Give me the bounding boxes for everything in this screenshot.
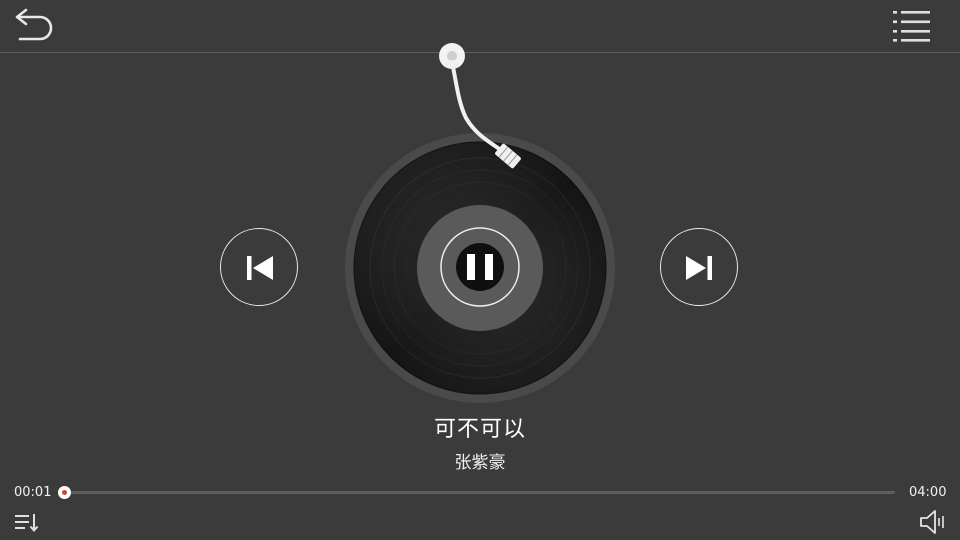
playlist-mode-button[interactable] [14,512,40,534]
progress-thumb[interactable] [58,486,71,499]
play-pause-button[interactable] [440,227,520,307]
progress-bar[interactable] [62,491,895,494]
tonearm [439,43,521,169]
volume-icon [920,510,944,534]
music-player-screen: 可不可以 张紫豪 00:01 04:00 [0,0,960,540]
volume-button[interactable] [918,508,948,536]
total-time: 04:00 [909,485,947,500]
skip-previous-icon [247,256,273,280]
playlist-order-icon [15,514,39,533]
skip-next-icon [686,256,712,280]
list-menu-icon [893,11,930,42]
back-button[interactable] [12,6,56,46]
song-title: 可不可以 [433,417,526,442]
pause-icon [440,227,520,307]
song-artist: 张紫豪 [454,453,506,473]
next-track-button[interactable] [660,228,738,306]
current-time: 00:01 [14,485,52,500]
menu-button[interactable] [888,8,936,44]
back-arrow-icon [15,8,53,41]
previous-track-button[interactable] [220,228,298,306]
